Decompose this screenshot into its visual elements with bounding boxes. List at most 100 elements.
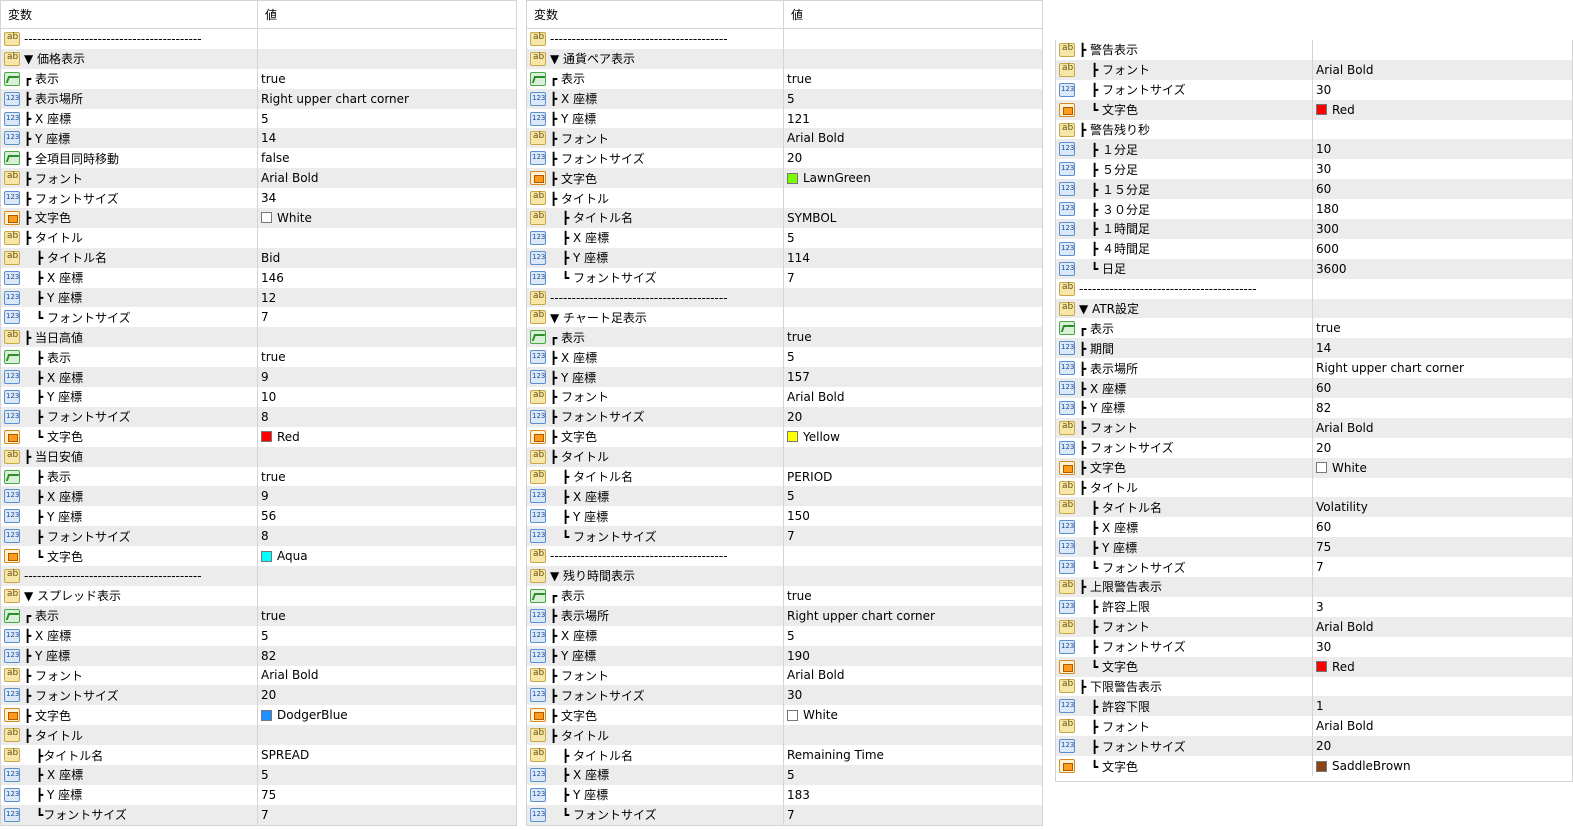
value-cell[interactable]: Right upper chart corner [784,606,1042,626]
parameter-row[interactable]: ┗ フォントサイズ 7 [527,804,1042,825]
value-cell[interactable] [1313,677,1572,697]
parameter-row[interactable]: ┣ X 座標 9 [1,367,516,388]
parameter-row[interactable]: ┣ X 座標 5 [1,108,516,129]
value-cell[interactable]: 7 [784,268,1042,288]
value-cell[interactable]: 56 [258,506,516,526]
value-cell[interactable] [784,49,1042,69]
parameter-row[interactable]: ┣ Y 座標 75 [1056,537,1572,558]
parameter-row[interactable]: ▼ スプレッド表示 [1,585,516,606]
parameter-row[interactable]: ┣ フォントサイズ 20 [1056,437,1572,458]
parameter-row[interactable]: ┏ 表示 true [1056,318,1572,339]
value-cell[interactable]: 60 [1313,179,1572,199]
value-cell[interactable]: Arial Bold [1313,418,1572,438]
value-cell[interactable]: 8 [258,526,516,546]
value-cell[interactable]: 600 [1313,239,1572,259]
parameter-row[interactable]: ┣ フォントサイズ 30 [527,685,1042,706]
parameter-row[interactable]: ┣ Y 座標 56 [1,506,516,527]
parameter-row[interactable]: ┣ フォント Arial Bold [1056,417,1572,438]
parameter-row[interactable]: ┣ X 座標 5 [527,347,1042,368]
value-cell[interactable]: Arial Bold [784,387,1042,407]
parameter-row[interactable]: ┏ 表示 true [1,68,516,89]
value-cell[interactable]: 1 [1313,696,1572,716]
parameter-row[interactable]: ┣ Y 座標 10 [1,387,516,407]
parameter-row[interactable]: ----------------------------------------… [527,29,1042,49]
value-cell[interactable]: 190 [784,646,1042,666]
parameter-row[interactable]: ┣ X 座標 5 [1,764,516,785]
value-cell[interactable]: Arial Bold [784,128,1042,148]
parameter-row[interactable]: ┣ フォント Arial Bold [527,128,1042,149]
parameter-row[interactable]: ┣ X 座標 5 [1,625,516,646]
parameter-row[interactable]: ┗ 日足 3600 [1056,258,1572,279]
value-cell[interactable]: false [258,148,516,168]
value-cell[interactable]: Right upper chart corner [258,89,516,109]
value-cell[interactable]: 20 [784,407,1042,427]
value-cell[interactable]: 5 [258,765,516,785]
value-cell[interactable]: DodgerBlue [258,705,516,725]
parameter-row[interactable]: ┣ 許容上限 3 [1056,596,1572,617]
value-cell[interactable]: 60 [1313,517,1572,537]
value-cell[interactable]: 30 [1313,80,1572,100]
value-cell[interactable]: 60 [1313,378,1572,398]
parameter-row[interactable]: ┣ １時間足 300 [1056,219,1572,239]
value-cell[interactable] [784,725,1042,745]
value-cell[interactable]: SaddleBrown [1313,756,1572,776]
parameter-row[interactable]: ┣ １分足 10 [1056,139,1572,160]
parameter-row[interactable]: ┣ フォントサイズ 34 [1,188,516,209]
parameter-row[interactable]: ┣ X 座標 5 [527,486,1042,507]
value-cell[interactable]: LawnGreen [784,168,1042,188]
parameter-row[interactable]: ┣ 全項目同時移動 false [1,148,516,169]
value-cell[interactable]: White [258,208,516,228]
parameter-row[interactable]: ┣タイトル名 SPREAD [1,745,516,765]
parameter-row[interactable]: ┣ 表示 true [1,347,516,368]
parameter-row[interactable]: ┣ X 座標 60 [1056,378,1572,399]
parameter-row[interactable]: ┣ タイトル名 SYMBOL [527,208,1042,228]
parameter-row[interactable]: ┣ 警告残り秒 [1056,119,1572,140]
value-cell[interactable]: true [1313,318,1572,338]
parameter-row[interactable]: ┣ タイトル [1,725,516,746]
parameter-row[interactable]: ┣ 表示 true [1,466,516,487]
parameter-row[interactable]: ┣ ３０分足 180 [1056,199,1572,220]
parameter-row[interactable]: ┣ フォント Arial Bold [1,168,516,189]
parameter-row[interactable]: ┣ 上限警告表示 [1056,577,1572,597]
value-cell[interactable]: 8 [258,407,516,427]
value-cell[interactable]: Arial Bold [258,666,516,686]
parameter-row[interactable]: ┣ フォント Arial Bold [527,665,1042,686]
value-cell[interactable]: Remaining Time [784,745,1042,765]
parameter-row[interactable]: ▼ 価格表示 [1,48,516,69]
parameter-row[interactable]: ┣ X 座標 5 [527,88,1042,109]
value-cell[interactable] [784,288,1042,308]
value-cell[interactable]: 9 [258,367,516,387]
parameter-row[interactable]: ┣ Y 座標 157 [527,367,1042,388]
value-cell[interactable]: 180 [1313,199,1572,219]
value-cell[interactable]: 20 [258,685,516,705]
value-cell[interactable]: Yellow [784,427,1042,447]
value-cell[interactable] [1313,478,1572,498]
value-cell[interactable] [784,188,1042,208]
parameter-row[interactable]: ┣ X 座標 9 [1,486,516,507]
parameter-row[interactable]: ┣ フォントサイズ 20 [527,148,1042,169]
value-cell[interactable]: 75 [258,785,516,805]
value-cell[interactable] [258,327,516,347]
parameter-row[interactable]: ▼ 通貨ペア表示 [527,48,1042,69]
parameter-row[interactable]: ┣ Y 座標 114 [527,247,1042,268]
value-cell[interactable]: 9 [258,486,516,506]
value-cell[interactable]: 5 [784,765,1042,785]
parameter-row[interactable]: ----------------------------------------… [1,566,516,586]
value-cell[interactable]: 3600 [1313,259,1572,279]
value-cell[interactable]: 10 [258,387,516,407]
value-cell[interactable]: 5 [784,347,1042,367]
parameter-row[interactable]: ▼ 残り時間表示 [527,566,1042,586]
value-cell[interactable]: 5 [784,228,1042,248]
parameter-row[interactable]: ┣ X 座標 60 [1056,517,1572,538]
parameter-row[interactable]: ┗ フォントサイズ 7 [527,267,1042,288]
parameter-row[interactable]: ┗ 文字色 Red [1056,656,1572,677]
parameter-row[interactable]: ┣ Y 座標 183 [527,784,1042,805]
column-header-value[interactable]: 値 [784,1,1042,28]
value-cell[interactable] [1313,279,1572,299]
value-cell[interactable] [258,586,516,606]
parameter-row[interactable]: ┣ 文字色 Yellow [527,426,1042,447]
value-cell[interactable] [784,447,1042,467]
value-cell[interactable]: 12 [258,288,516,308]
parameter-row[interactable]: ┏ 表示 true [527,585,1042,606]
value-cell[interactable]: 20 [1313,438,1572,458]
